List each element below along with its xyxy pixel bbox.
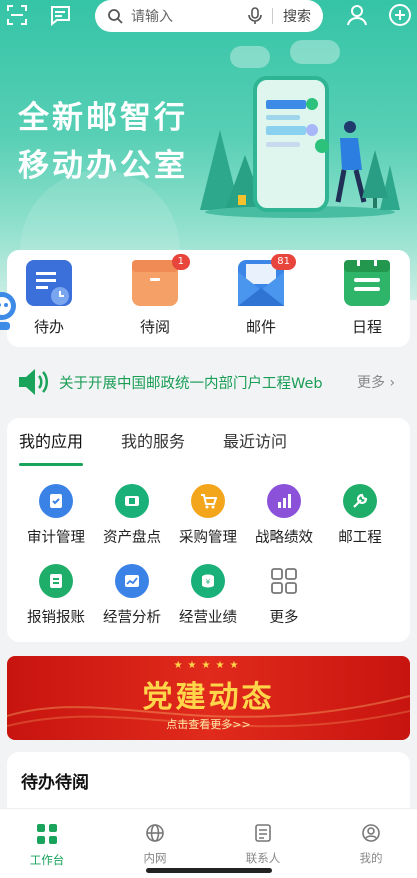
- tab-workbench[interactable]: 工作台: [7, 823, 87, 868]
- app-label: 报销报账: [27, 610, 85, 626]
- wrench-icon: [343, 484, 377, 518]
- hero-title-line2: 移动办公室: [18, 148, 188, 184]
- search-icon: [108, 9, 123, 24]
- scan-icon[interactable]: [4, 2, 30, 28]
- todo-section: 待办待阅: [7, 752, 410, 812]
- tab-recent[interactable]: 最近访问: [223, 428, 287, 458]
- tab-label: 联系人: [245, 851, 281, 865]
- tree-decor: [362, 150, 388, 208]
- app-label: 更多: [269, 610, 299, 626]
- tab-my-apps[interactable]: 我的应用: [19, 428, 84, 466]
- divider: [272, 8, 273, 24]
- cart-icon: [191, 484, 225, 518]
- banner-title: 党建动态: [142, 680, 275, 715]
- search-input[interactable]: 请输入: [131, 6, 248, 26]
- todo-section-title: 待办待阅: [21, 773, 89, 793]
- app-label: 经营分析: [103, 610, 161, 626]
- cloud-decor: [230, 46, 270, 68]
- party-news-banner[interactable]: ★★★★★ 党建动态 点击查看更多>>: [7, 656, 410, 740]
- tab-my-services[interactable]: 我的服务: [121, 428, 185, 458]
- mail-icon: 81: [238, 254, 296, 306]
- apps-card: 我的应用 我的服务 最近访问 审计管理 资产盘点 采购管理 战略绩效 邮工程 报…: [7, 418, 410, 642]
- user-icon[interactable]: [344, 2, 370, 28]
- quick-item-mail[interactable]: 81 邮件: [221, 254, 301, 337]
- chevron-right-icon: ›: [389, 375, 396, 391]
- trend-icon: [115, 564, 149, 598]
- tab-contacts[interactable]: 联系人: [223, 823, 303, 866]
- quick-access-card: 待办 1 待阅 81 邮件 日程: [7, 250, 410, 347]
- notice-more-label: 更多: [357, 375, 385, 391]
- notice-more-link[interactable]: 更多 ›: [357, 372, 395, 392]
- app-analysis[interactable]: 经营分析: [93, 564, 171, 627]
- more-grid-icon: [267, 564, 301, 598]
- search-button[interactable]: 搜索: [283, 6, 311, 26]
- tab-label: 内网: [143, 851, 167, 865]
- app-reimburse[interactable]: 报销报账: [17, 564, 95, 627]
- app-purchase[interactable]: 采购管理: [169, 484, 247, 547]
- globe-icon: [146, 824, 164, 842]
- speaker-icon: [19, 369, 48, 395]
- notice-text[interactable]: 关于开展中国邮政统一内部门户工程Web: [59, 372, 349, 393]
- app-label: 采购管理: [179, 530, 237, 546]
- quick-item-label: 邮件: [245, 318, 276, 336]
- apps-tabs: 我的应用 我的服务 最近访问: [19, 428, 325, 466]
- tab-label: 工作台: [29, 853, 65, 867]
- app-label: 经营业绩: [179, 610, 237, 626]
- app-engineering[interactable]: 邮工程: [321, 484, 399, 547]
- calendar-icon: [344, 258, 390, 306]
- todo-doc-icon: [26, 260, 72, 306]
- tab-profile[interactable]: 我的: [331, 823, 411, 866]
- tab-label: 我的: [359, 851, 383, 865]
- tab-intranet[interactable]: 内网: [115, 823, 195, 866]
- quick-item-read[interactable]: 1 待阅: [115, 254, 195, 337]
- reimburse-icon: [39, 564, 73, 598]
- profile-icon: [362, 824, 380, 842]
- app-label: 战略绩效: [255, 530, 313, 546]
- app-performance[interactable]: ¥ 经营业绩: [169, 564, 247, 627]
- workbench-icon: [37, 824, 57, 844]
- quick-item-schedule[interactable]: 日程: [327, 258, 407, 337]
- app-label: 审计管理: [27, 530, 85, 546]
- microphone-icon[interactable]: [248, 7, 262, 25]
- banner-subtitle[interactable]: 点击查看更多>>: [7, 716, 410, 732]
- asset-icon: [115, 484, 149, 518]
- app-audit[interactable]: 审计管理: [17, 484, 95, 547]
- notice-bar[interactable]: 关于开展中国邮政统一内部门户工程Web 更多 ›: [7, 359, 410, 405]
- search-bar[interactable]: 请输入 搜索: [95, 0, 323, 32]
- app-asset[interactable]: 资产盘点: [93, 484, 171, 547]
- mail-badge: 81: [271, 254, 296, 270]
- app-label: 资产盘点: [103, 530, 161, 546]
- coins-icon: ¥: [191, 564, 225, 598]
- stars-decor: ★★★★★: [173, 660, 244, 671]
- hero-title-line1: 全新邮智行: [18, 100, 188, 136]
- chart-bar-icon: [267, 484, 301, 518]
- contacts-icon: [255, 824, 271, 842]
- assistant-robot-icon[interactable]: [0, 286, 22, 334]
- home-indicator: [146, 868, 272, 873]
- svg-text:¥: ¥: [206, 578, 211, 586]
- unread-badge: 1: [171, 254, 190, 270]
- quick-item-label: 日程: [351, 318, 382, 336]
- audit-icon: [39, 484, 73, 518]
- top-bar: 请输入 搜索: [0, 0, 417, 34]
- app-strategy[interactable]: 战略绩效: [245, 484, 323, 547]
- quick-item-label: 待阅: [139, 318, 170, 336]
- app-more[interactable]: 更多: [245, 564, 323, 627]
- cloud-decor: [290, 40, 340, 64]
- add-circle-icon[interactable]: [387, 2, 413, 28]
- message-icon[interactable]: [47, 2, 73, 28]
- box-icon: 1: [132, 254, 190, 306]
- app-label: 邮工程: [338, 530, 382, 546]
